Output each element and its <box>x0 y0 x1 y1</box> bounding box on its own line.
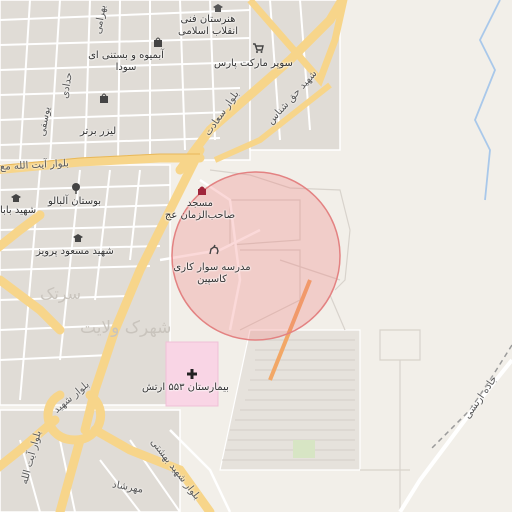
poi-label-hospital: بیمارستان ۵۵۳ ارتش <box>142 382 229 393</box>
area-label-sartak: سرتک <box>40 284 82 303</box>
poi-label-school-masoud: شهید مسعود پرویز <box>36 246 114 257</box>
hospital-cross-icon[interactable] <box>186 368 198 380</box>
poi-label-laser: لیزر برتر <box>80 126 117 137</box>
poi-label-supermarket: سوپر مارکت پارس <box>214 58 293 69</box>
school-icon[interactable] <box>72 232 84 244</box>
mosque-icon[interactable] <box>196 184 208 196</box>
tree-icon[interactable] <box>70 182 82 194</box>
poi-label-fruit-shop: آبمیوه و بستنی ای سودا <box>88 50 164 73</box>
poi-label-school-baba: شهید بابا <box>0 205 37 216</box>
shop-bag-icon[interactable] <box>152 36 164 48</box>
school-icon[interactable] <box>10 192 22 204</box>
horse-icon[interactable] <box>208 244 220 256</box>
shop-bag-icon[interactable] <box>98 92 110 104</box>
poi-label-park: بوستان آلبالو <box>48 196 102 207</box>
school-icon[interactable] <box>212 2 224 14</box>
map-view[interactable]: سرتک شهرک ولایت هنرستان فنی انقلاب اسلام… <box>0 0 512 512</box>
poi-label-school-top: هنرستان فنی انقلاب اسلامی <box>178 14 238 37</box>
poi-label-mosque: مسجد صاحب‌الزمان عج <box>164 198 236 221</box>
area-label-velayat: شهرک ولایت <box>80 318 172 338</box>
shopping-cart-icon[interactable] <box>252 42 264 54</box>
poi-label-driving-school: مدرسه سوار کاری کاسپین <box>173 262 251 285</box>
